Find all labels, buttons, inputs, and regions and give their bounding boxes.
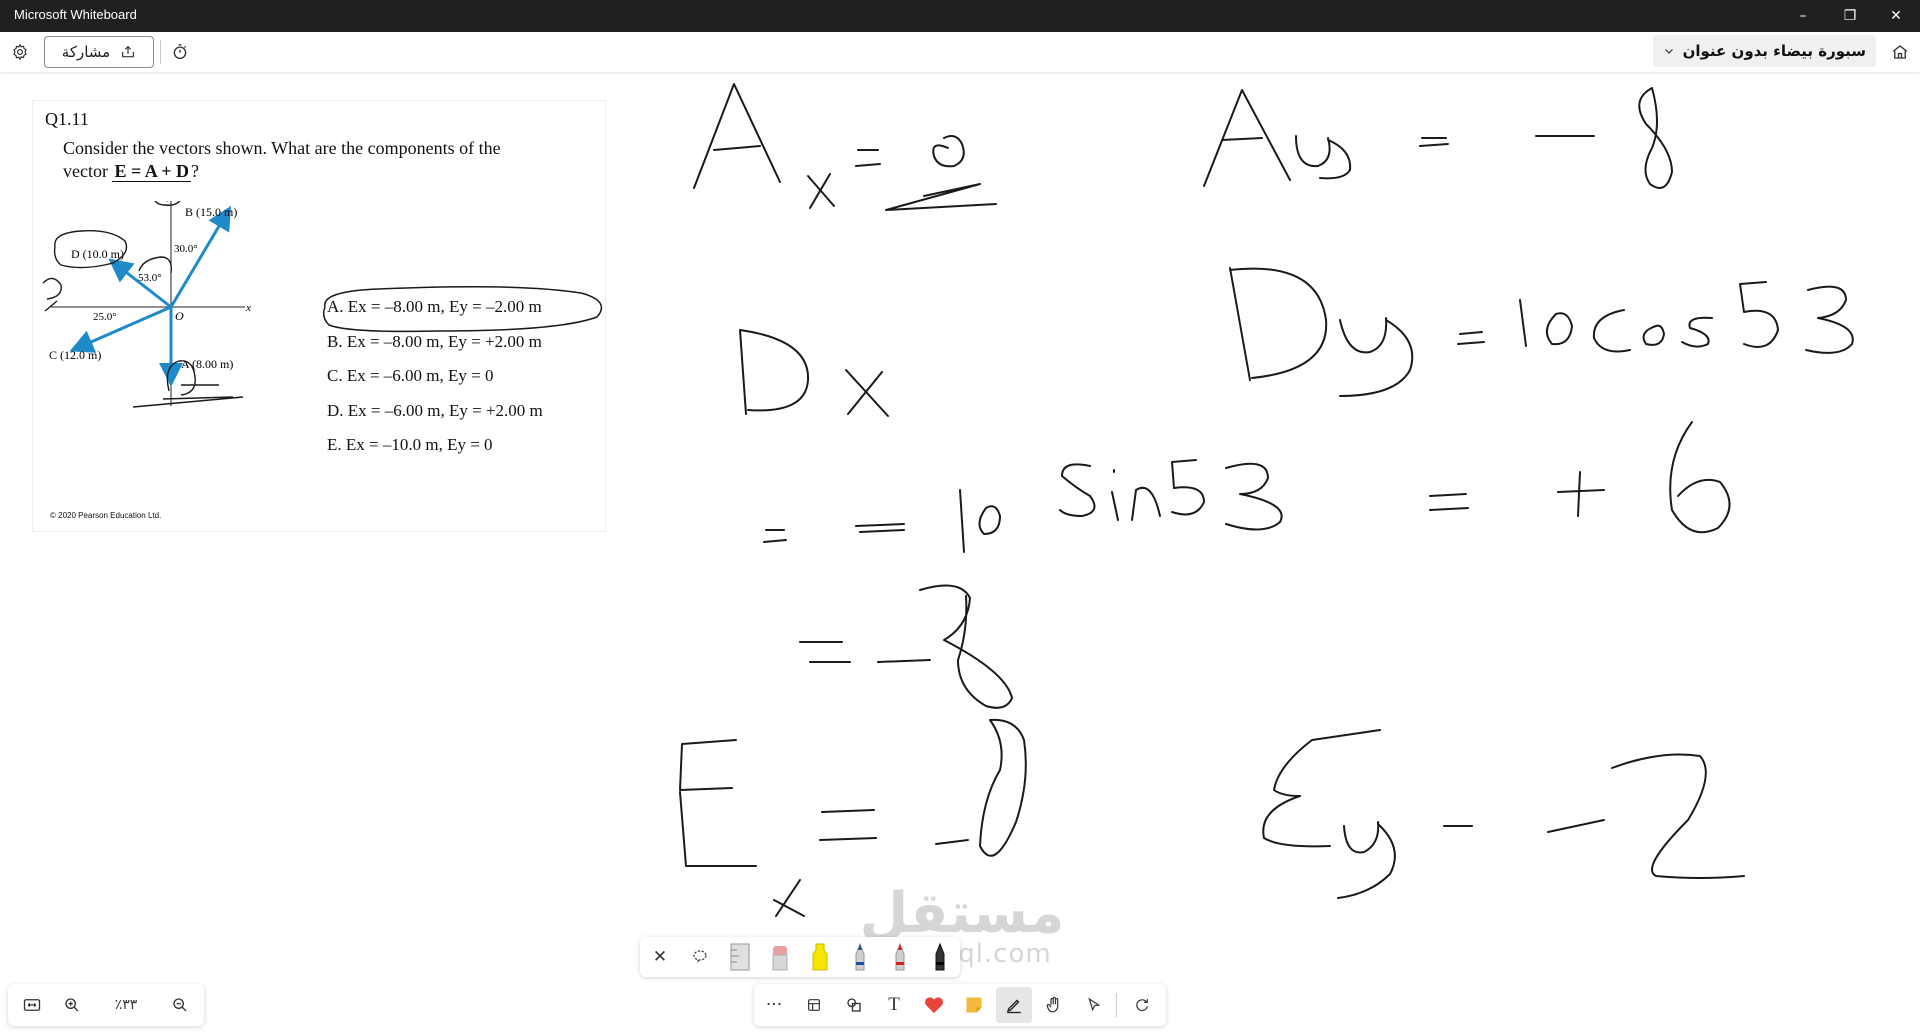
zoom-level[interactable]: ٪٣٣ xyxy=(96,984,156,1026)
share-label: مشاركة xyxy=(61,43,111,61)
whiteboard-canvas[interactable]: Q1.11 Consider the vectors shown. What a… xyxy=(0,72,1920,1032)
ink-ay-equals-neg8 xyxy=(1203,87,1673,189)
templates-icon xyxy=(808,999,820,1011)
text-button[interactable]: T xyxy=(874,984,914,1026)
shapes-icon xyxy=(847,998,861,1012)
more-button[interactable]: ··· xyxy=(754,984,794,1026)
ink-dy-equals-10cos53 xyxy=(1229,267,1854,397)
restore-icon: ❐ xyxy=(1843,8,1857,24)
share-button[interactable]: مشاركة xyxy=(44,36,154,68)
inking-button[interactable] xyxy=(996,987,1032,1023)
zoom-out-icon xyxy=(173,998,187,1012)
close-icon: ✕ xyxy=(1890,8,1902,24)
ink-equals-neg10-sin53 xyxy=(763,459,1283,553)
redo-icon xyxy=(1136,999,1148,1012)
sticky-note-button[interactable] xyxy=(954,984,994,1026)
sticky-note-icon xyxy=(966,997,982,1013)
timer-button[interactable] xyxy=(166,38,194,66)
ink-ax-equals-0 xyxy=(693,83,997,211)
close-icon: ✕ xyxy=(652,947,668,967)
close-pen-tray-button[interactable]: ✕ xyxy=(640,937,680,977)
ink-equals-plus6 xyxy=(1429,421,1731,534)
close-window-button[interactable]: ✕ xyxy=(1873,0,1919,32)
share-icon xyxy=(122,45,135,58)
restore-button[interactable]: ❐ xyxy=(1827,0,1873,32)
pen-black-button[interactable] xyxy=(920,937,960,977)
toolbar-divider xyxy=(1116,993,1117,1017)
highlighter-yellow-button[interactable] xyxy=(800,937,840,977)
pen-red-icon xyxy=(895,942,905,971)
redo-button[interactable] xyxy=(1122,984,1162,1026)
pen-tray: ✕ xyxy=(640,937,960,977)
ruler-button[interactable] xyxy=(720,937,760,977)
hand-icon xyxy=(1046,996,1059,1013)
fit-screen-icon xyxy=(23,999,41,1011)
reactions-button[interactable] xyxy=(914,984,954,1026)
templates-button[interactable] xyxy=(794,984,834,1026)
window-title: Microsoft Whiteboard xyxy=(14,7,137,22)
reactions-icon xyxy=(924,997,944,1014)
ink-equals-neg8 xyxy=(799,584,1013,709)
fit-screen-button[interactable] xyxy=(12,984,52,1026)
highlighter-yellow-icon xyxy=(812,943,828,971)
ink-ey-equals-neg2 xyxy=(1262,729,1745,899)
zoom-level-text: ٪٣٣ xyxy=(114,997,138,1013)
zoom-out-button[interactable] xyxy=(160,984,200,1026)
pen-blue-icon xyxy=(855,942,865,971)
lasso-button[interactable] xyxy=(680,937,720,977)
inking-icon xyxy=(1006,999,1021,1014)
eraser-icon xyxy=(772,946,788,971)
ruler-icon xyxy=(730,943,750,971)
eraser-button[interactable] xyxy=(760,937,800,977)
home-button[interactable] xyxy=(1886,38,1914,66)
creation-toolbar: ··· T xyxy=(754,984,1166,1026)
watermark-arabic: مستقل xyxy=(859,881,1065,946)
board-name-dropdown[interactable]: سبورة بيضاء بدون عنوان xyxy=(1652,35,1876,67)
select-icon xyxy=(1088,997,1101,1012)
settings-icon xyxy=(13,43,27,61)
minimize-icon: – xyxy=(1799,8,1807,24)
zoom-in-button[interactable] xyxy=(52,984,92,1026)
shapes-button[interactable] xyxy=(834,984,874,1026)
text-icon: T xyxy=(888,994,900,1015)
pen-red-button[interactable] xyxy=(880,937,920,977)
toolbar-divider xyxy=(160,40,161,64)
lasso-icon xyxy=(693,950,707,964)
top-toolbar: مشاركة سبورة بيضاء بدون عنوان xyxy=(0,32,1920,72)
hand-button[interactable] xyxy=(1034,984,1074,1026)
zoom-in-icon xyxy=(65,998,79,1012)
zoom-controls: ٪٣٣ xyxy=(8,984,204,1026)
settings-button[interactable] xyxy=(6,38,34,66)
timer-icon xyxy=(173,44,187,60)
select-button[interactable] xyxy=(1074,984,1114,1026)
chevron-down-icon xyxy=(1664,49,1673,54)
home-icon xyxy=(1892,45,1908,59)
board-name: سبورة بيضاء بدون عنوان xyxy=(1682,42,1866,60)
more-icon: ··· xyxy=(765,995,783,1015)
title-bar: Microsoft Whiteboard – ❐ ✕ xyxy=(0,0,1920,32)
pen-blue-button[interactable] xyxy=(840,937,880,977)
pen-black-icon xyxy=(935,942,945,971)
ink-dx xyxy=(739,329,889,417)
minimize-button[interactable]: – xyxy=(1780,0,1826,32)
